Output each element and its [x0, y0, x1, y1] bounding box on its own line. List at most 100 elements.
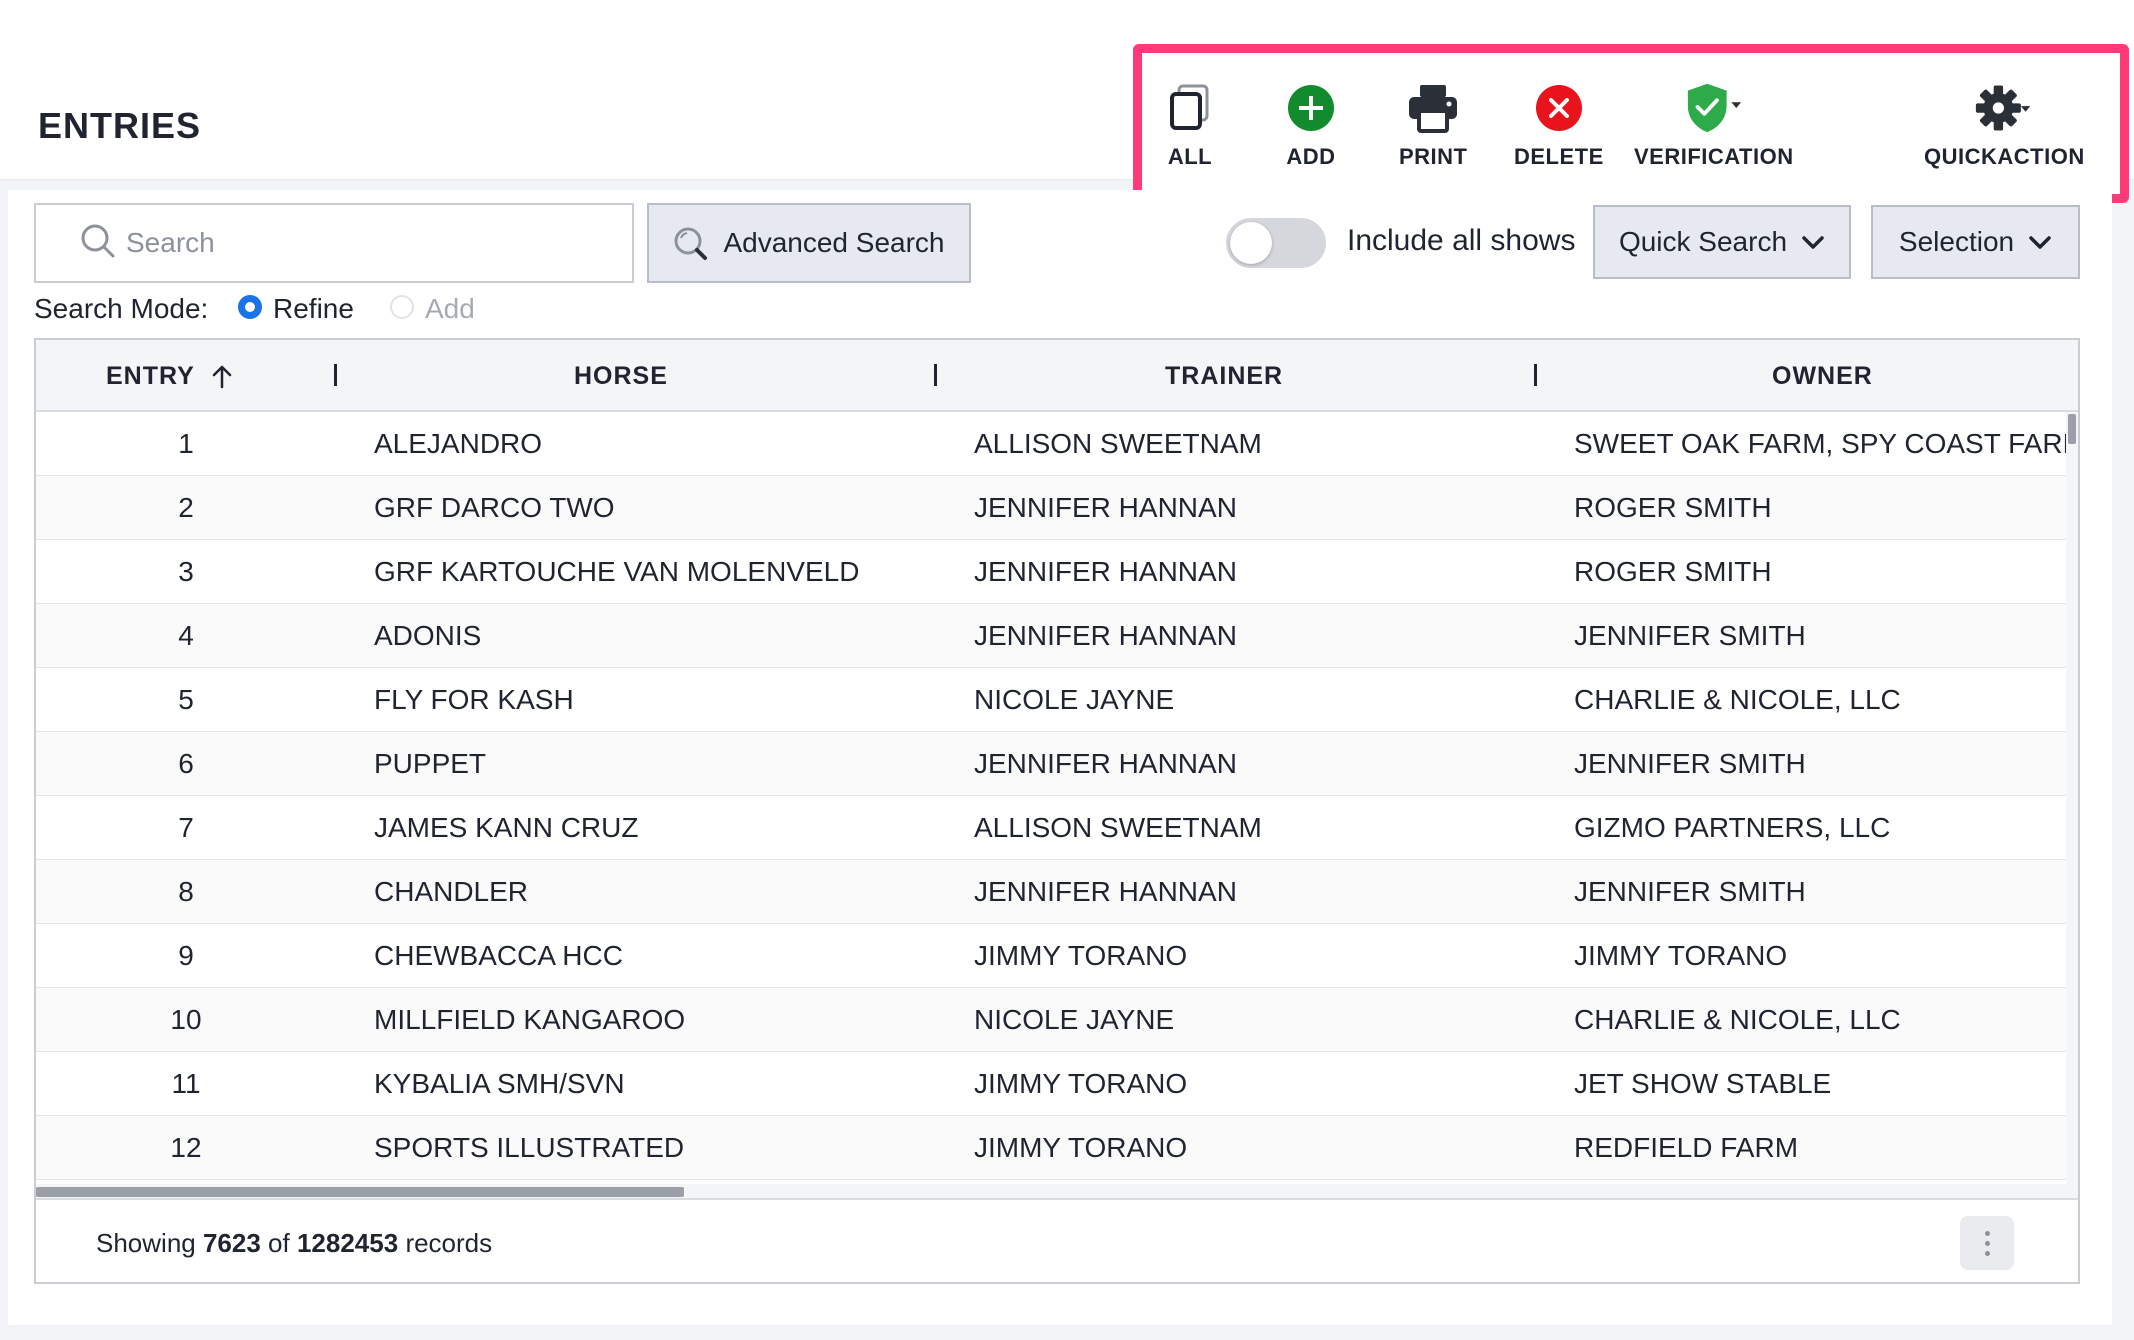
column-resizer[interactable] — [1534, 364, 1537, 386]
records-of: of — [268, 1228, 290, 1258]
owner-cell: JET SHOW STABLE — [1574, 1068, 1832, 1099]
advanced-search-label: Advanced Search — [723, 227, 945, 258]
close-circle-icon — [1529, 78, 1589, 138]
quickaction-button[interactable]: QUICKACTION — [1924, 78, 2085, 178]
table-row[interactable]: 1 ALEJANDRO ALLISON SWEETNAM SWEET OAK FARM… — [36, 412, 2066, 476]
table-row[interactable]: 11 KYBALIA SMH/SVN JIMMY TORANO JET SHOW ST… — [36, 1052, 2066, 1116]
table-footer: Showing 7623 of 1282453 records — [36, 1198, 2078, 1282]
verification-label: VERIFICATION — [1634, 144, 1794, 169]
trainer-cell: JENNIFER HANNAN — [974, 556, 1237, 587]
horse-cell: KYBALIA SMH/SVN — [374, 1068, 625, 1099]
horizontal-scroll-thumb[interactable] — [36, 1187, 684, 1197]
entry-cell: 9 — [178, 940, 194, 971]
owner-cell: JENNIFER SMITH — [1574, 620, 1806, 651]
refine-radio[interactable] — [238, 295, 262, 319]
horse-cell: MILLFIELD KANGAROO — [374, 1004, 686, 1035]
selection-label: Selection — [1898, 226, 2015, 257]
horizontal-scrollbar[interactable] — [36, 1184, 2066, 1198]
sort-arrow-up-icon — [211, 365, 233, 389]
trainer-cell: JENNIFER HANNAN — [974, 876, 1237, 907]
table-row[interactable]: 3 GRF KARTOUCHE VAN MOLENVELD JENNIFER HAN… — [36, 540, 2066, 604]
table-row[interactable]: 12 SPORTS ILLUSTRATED JIMMY TORANO REDFIELD… — [36, 1116, 2066, 1180]
trainer-cell: JENNIFER HANNAN — [974, 748, 1237, 779]
table-row[interactable]: 6 PUPPET JENNIFER HANNAN JENNIFER SMITH — [36, 732, 2066, 796]
advanced-search-button[interactable]: Advanced Search — [647, 203, 971, 283]
gear-icon — [1974, 78, 2034, 138]
quick-search-label: Quick Search — [1618, 226, 1788, 257]
column-header-trainer[interactable]: TRAINER — [1165, 362, 1283, 391]
print-label: PRINT — [1399, 144, 1468, 169]
shield-check-icon — [1684, 78, 1744, 138]
search-placeholder: Search — [126, 227, 215, 258]
entry-cell: 3 — [178, 556, 194, 587]
table-row[interactable]: 9 CHEWBACCA HCC JIMMY TORANO JIMMY TORANO — [36, 924, 2066, 988]
table-row[interactable]: 8 CHANDLER JENNIFER HANNAN JENNIFER SMITH — [36, 860, 2066, 924]
add-radio[interactable] — [390, 295, 414, 319]
trainer-cell: ALLISON SWEETNAM — [974, 812, 1262, 843]
records-summary: Showing 7623 of 1282453 records — [96, 1228, 492, 1259]
owner-cell: JIMMY TORANO — [1574, 940, 1788, 971]
horse-cell: JAMES KANN CRUZ — [374, 812, 639, 843]
owner-cell: CHARLIE & NICOLE, LLC — [1574, 1004, 1901, 1035]
selection-dropdown[interactable]: Selection — [1871, 205, 2080, 279]
horse-cell: PUPPET — [374, 748, 487, 779]
search-input[interactable]: Search — [34, 203, 634, 283]
trainer-cell: JIMMY TORANO — [974, 1068, 1188, 1099]
table-row[interactable]: 10 MILLFIELD KANGAROO NICOLE JAYNE CHARLIE … — [36, 988, 2066, 1052]
delete-button[interactable]: DELETE — [1514, 78, 1604, 178]
entry-cell: 1 — [178, 428, 194, 459]
column-resizer[interactable] — [334, 364, 337, 386]
search-mode-label: Search Mode: — [34, 293, 209, 324]
owner-cell: SWEET OAK FARM, SPY COAST FARM — [1574, 428, 2066, 459]
verification-button[interactable]: VERIFICATION — [1634, 78, 1794, 178]
horse-cell: GRF KARTOUCHE VAN MOLENVELD — [374, 556, 860, 587]
column-header-entry[interactable]: ENTRY — [106, 362, 233, 391]
entry-cell: 2 — [178, 492, 194, 523]
refine-radio-label[interactable]: Refine — [273, 293, 354, 325]
trainer-cell: NICOLE JAYNE — [974, 684, 1175, 715]
chevron-down-icon — [2028, 234, 2052, 250]
print-button[interactable]: PRINT — [1399, 78, 1468, 178]
column-header-horse[interactable]: HORSE — [574, 362, 668, 391]
horse-cell: FLY FOR KASH — [374, 684, 574, 715]
table-row[interactable]: 7 JAMES KANN CRUZ ALLISON SWEETNAM GIZMO PA… — [36, 796, 2066, 860]
kebab-menu-icon[interactable] — [1960, 1216, 2014, 1270]
column-header-owner[interactable]: OWNER — [1772, 362, 1873, 391]
records-prefix: Showing — [96, 1228, 196, 1258]
vertical-scroll-thumb[interactable] — [2068, 414, 2076, 444]
copy-icon — [1160, 78, 1220, 138]
entry-cell: 10 — [170, 1004, 202, 1035]
quick-search-dropdown[interactable]: Quick Search — [1593, 205, 1851, 279]
entry-header-label: ENTRY — [106, 362, 195, 390]
records-suffix: records — [405, 1228, 493, 1258]
owner-cell: JENNIFER SMITH — [1574, 748, 1806, 779]
all-label: ALL — [1167, 144, 1213, 169]
owner-cell: JENNIFER SMITH — [1574, 876, 1806, 907]
entry-cell: 11 — [171, 1068, 201, 1099]
table-header: ENTRY HORSE TRAINER OWNER — [36, 340, 2078, 412]
entry-cell: 8 — [178, 876, 194, 907]
table-row[interactable]: 4 ADONIS JENNIFER HANNAN JENNIFER SMITH — [36, 604, 2066, 668]
add-radio-label[interactable]: Add — [425, 293, 475, 325]
add-button[interactable]: ADD — [1281, 78, 1341, 178]
quickaction-label: QUICKACTION — [1924, 144, 2085, 169]
horse-cell: ADONIS — [374, 620, 482, 651]
toggle-knob — [1230, 222, 1272, 264]
include-all-shows-toggle[interactable] — [1226, 218, 1326, 268]
entry-cell: 5 — [178, 684, 194, 715]
search-icon — [80, 223, 116, 264]
owner-cell: ROGER SMITH — [1574, 556, 1772, 587]
delete-label: DELETE — [1514, 144, 1604, 169]
owner-cell: GIZMO PARTNERS, LLC — [1574, 812, 1891, 843]
vertical-scrollbar[interactable] — [2066, 412, 2078, 1202]
column-resizer[interactable] — [934, 364, 937, 386]
entry-cell: 7 — [178, 812, 194, 843]
trainer-cell: JENNIFER HANNAN — [974, 620, 1237, 651]
all-button[interactable]: ALL — [1160, 78, 1220, 178]
include-all-shows-label: Include all shows — [1347, 224, 1576, 257]
horse-cell: SPORTS ILLUSTRATED — [374, 1132, 685, 1163]
trainer-cell: ALLISON SWEETNAM — [974, 428, 1262, 459]
table-row[interactable]: 2 GRF DARCO TWO JENNIFER HANNAN ROGER SMITH — [36, 476, 2066, 540]
records-total-count: 1282453 — [296, 1228, 399, 1258]
table-row[interactable]: 5 FLY FOR KASH NICOLE JAYNE CHARLIE & NICOL… — [36, 668, 2066, 732]
